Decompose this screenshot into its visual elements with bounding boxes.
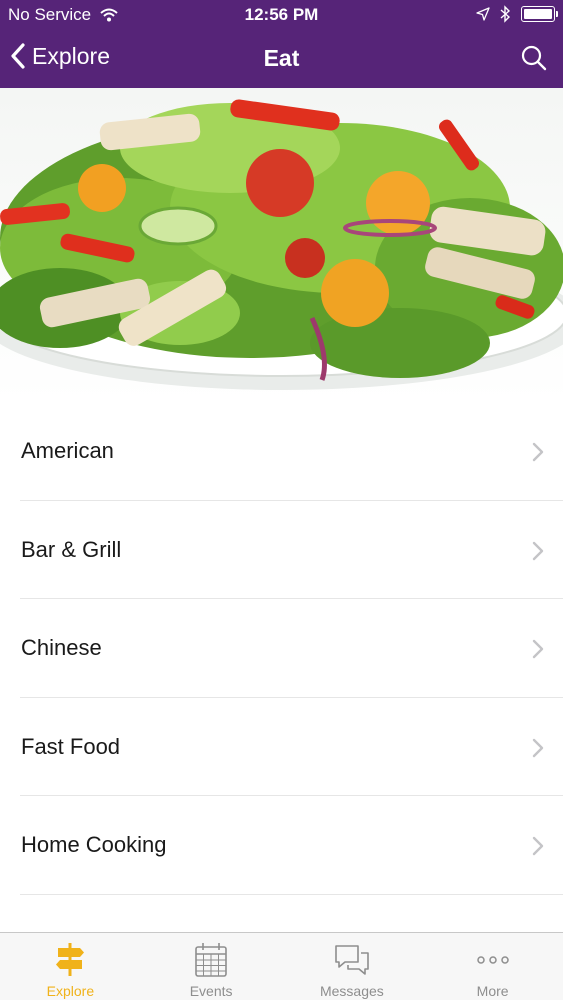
bluetooth-icon [500, 5, 511, 23]
status-bar: No Service 12:56 PM [0, 0, 563, 30]
list-item-label: Home Cooking [21, 832, 167, 857]
tab-bar: Explore Events Messages More [0, 932, 563, 1000]
chevron-right-icon [532, 836, 544, 856]
salad-illustration [0, 99, 563, 390]
chat-bubbles-icon [335, 945, 369, 975]
list-item-label: Chinese [21, 635, 102, 660]
tab-more[interactable]: More [422, 933, 563, 1000]
chevron-right-icon [532, 442, 544, 462]
list-item-home-cooking[interactable]: Home Cooking [20, 796, 563, 895]
page-title: Eat [263, 45, 300, 71]
calendar-icon [195, 943, 227, 977]
tab-label: Messages [319, 983, 384, 999]
tab-label: Explore [46, 983, 95, 999]
tab-messages[interactable]: Messages [282, 933, 423, 1000]
signpost-icon [56, 943, 85, 976]
ellipsis-icon [476, 956, 509, 964]
list-item-label: Bar & Grill [21, 536, 122, 562]
top-bar: No Service 12:56 PM Explore Eat [0, 0, 563, 88]
tab-events[interactable]: Events [141, 933, 282, 1000]
list-item-label: American [21, 438, 114, 463]
location-arrow-icon [476, 7, 490, 21]
category-list: American Bar & Grill Chinese Fast Food H… [0, 402, 563, 895]
list-item-american[interactable]: American [20, 402, 563, 501]
search-icon[interactable] [519, 43, 549, 73]
battery-icon [521, 6, 558, 22]
list-item-bar-grill[interactable]: Bar & Grill [20, 501, 563, 599]
navigation-bar: Explore Eat [0, 30, 563, 88]
hero-image [0, 88, 563, 402]
tab-explore[interactable]: Explore [0, 933, 141, 1000]
list-item-label: Fast Food [21, 733, 121, 759]
list-item-fast-food[interactable]: Fast Food [20, 698, 563, 796]
chevron-right-icon [532, 639, 544, 659]
chevron-right-icon [532, 738, 544, 757]
tab-label: More [476, 983, 509, 999]
tab-label: Events [189, 983, 233, 999]
chevron-right-icon [532, 541, 544, 560]
list-item-chinese[interactable]: Chinese [20, 599, 563, 698]
